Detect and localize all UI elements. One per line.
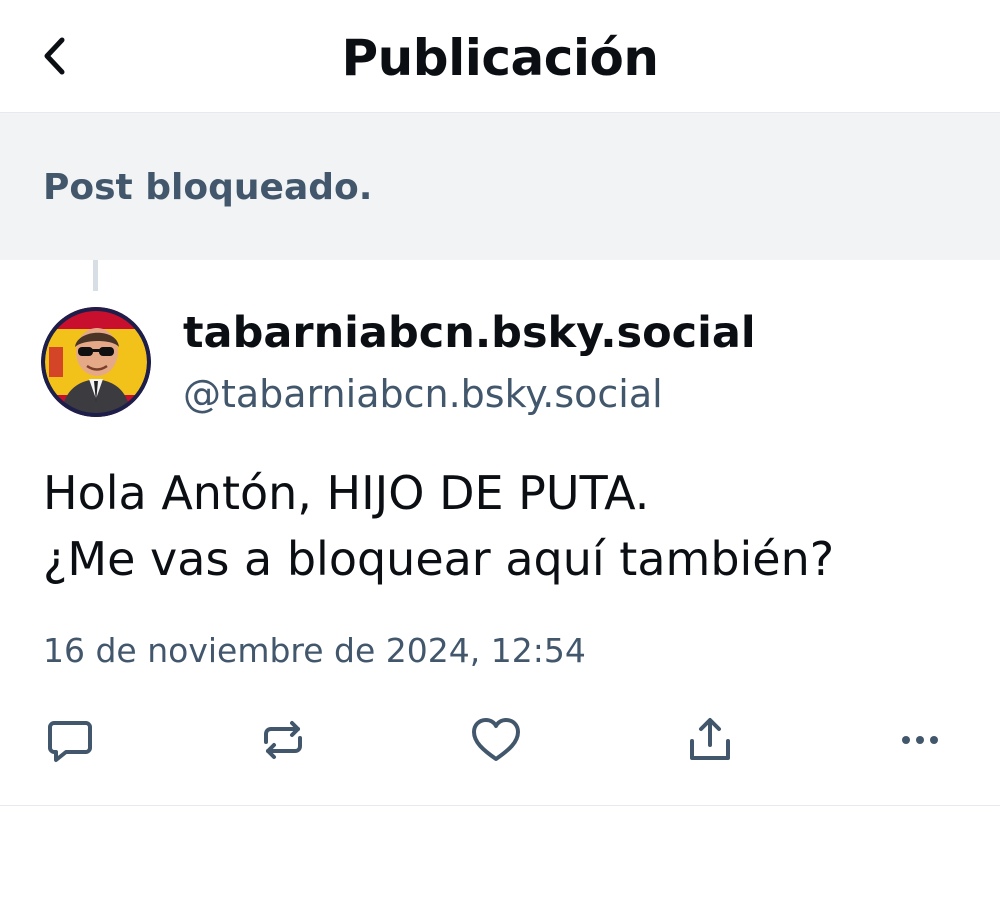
post-text-line: ¿Me vas a bloquear aquí también? [43,532,835,586]
more-options-button[interactable] [890,710,950,770]
blocked-post-label: Post bloqueado. [43,167,373,208]
thread-line [93,260,98,291]
share-button[interactable] [680,710,740,770]
heart-icon [472,718,520,761]
share-icon [690,718,730,760]
page-title: Publicación [341,29,659,87]
repost-button[interactable] [253,710,313,770]
top-bar: Publicación [0,0,1000,113]
reply-icon [48,721,92,762]
author-display-name[interactable]: tabarniabcn.bsky.social [183,305,756,361]
avatar[interactable] [41,307,151,417]
author-handle[interactable]: @tabarniabcn.bsky.social [183,368,663,420]
post-timestamp: 16 de noviembre de 2024, 12:54 [43,631,586,670]
more-icon [902,736,938,744]
divider [0,805,1000,806]
reply-button[interactable] [40,710,100,770]
post-text-line: Hola Antón, HIJO DE PUTA. [43,466,650,520]
post-page: Publicación Post bloqueado. tabarniabcn.… [0,0,1000,897]
repost-icon [264,721,302,759]
like-button[interactable] [466,710,526,770]
post-text: Hola Antón, HIJO DE PUTA. ¿Me vas a bloq… [43,460,983,592]
